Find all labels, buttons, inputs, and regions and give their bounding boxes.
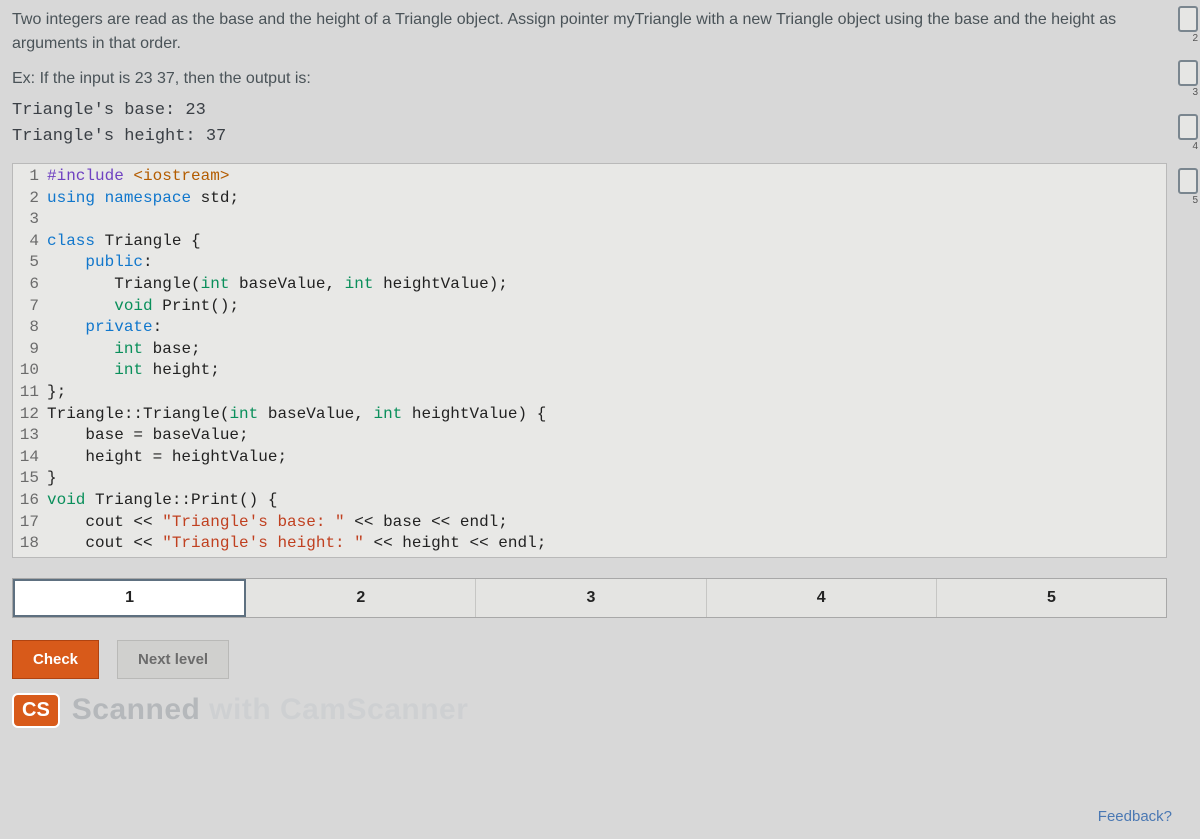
line-number: 9 — [13, 339, 47, 361]
camscanner-badge-icon: CS — [12, 693, 60, 728]
progress-step-2[interactable]: 2 — [246, 579, 476, 617]
code-content: #include <iostream> — [47, 166, 229, 188]
code-content: Triangle::Triangle(int baseValue, int he… — [47, 404, 546, 426]
code-content: class Triangle { — [47, 231, 201, 253]
line-number: 14 — [13, 447, 47, 469]
example-output: Triangle's base: 23 Triangle's height: 3… — [12, 98, 1188, 149]
line-number: 1 — [13, 166, 47, 188]
code-content: height = heightValue; — [47, 447, 287, 469]
line-number: 2 — [13, 188, 47, 210]
line-number: 18 — [13, 533, 47, 555]
code-editor[interactable]: 1#include <iostream> 2using namespace st… — [12, 163, 1167, 558]
progress-step-3[interactable]: 3 — [476, 579, 706, 617]
progress-step-4[interactable]: 4 — [707, 579, 937, 617]
feedback-link[interactable]: Feedback? — [1098, 808, 1172, 825]
page-thumbnail-icon[interactable]: 5 — [1178, 168, 1198, 194]
page-thumbnails: 2 3 4 5 — [1176, 6, 1200, 194]
page-thumbnail-icon[interactable]: 2 — [1178, 6, 1198, 32]
output-line-2: Triangle's height: 37 — [12, 124, 1188, 150]
next-level-button[interactable]: Next level — [117, 640, 229, 679]
code-content: void Triangle::Print() { — [47, 490, 277, 512]
page-thumbnail-icon[interactable]: 3 — [1178, 60, 1198, 86]
code-content: using namespace std; — [47, 188, 239, 210]
line-number: 13 — [13, 425, 47, 447]
line-number: 6 — [13, 274, 47, 296]
code-content: cout << "Triangle's base: " << base << e… — [47, 512, 508, 534]
code-content: public: — [47, 252, 153, 274]
scanner-watermark-text: Scanned with CamScanner — [72, 693, 469, 727]
line-number: 8 — [13, 317, 47, 339]
line-number: 10 — [13, 360, 47, 382]
line-number: 3 — [13, 209, 47, 231]
page-thumbnail-icon[interactable]: 4 — [1178, 114, 1198, 140]
code-content: int height; — [47, 360, 220, 382]
code-content: base = baseValue; — [47, 425, 249, 447]
check-button[interactable]: Check — [12, 640, 99, 679]
line-number: 16 — [13, 490, 47, 512]
problem-instructions: Two integers are read as the base and th… — [12, 8, 1162, 56]
progress-steps: 1 2 3 4 5 — [12, 578, 1167, 618]
line-number: 12 — [13, 404, 47, 426]
output-line-1: Triangle's base: 23 — [12, 98, 1188, 124]
progress-step-1[interactable]: 1 — [13, 579, 246, 617]
line-number: 5 — [13, 252, 47, 274]
example-label: Ex: If the input is 23 37, then the outp… — [12, 70, 1188, 88]
code-content: Triangle(int baseValue, int heightValue)… — [47, 274, 508, 296]
code-content: private: — [47, 317, 162, 339]
scanner-watermark: CS Scanned with CamScanner — [12, 693, 1188, 728]
line-number: 11 — [13, 382, 47, 404]
progress-step-5[interactable]: 5 — [937, 579, 1166, 617]
line-number: 15 — [13, 468, 47, 490]
code-content: int base; — [47, 339, 201, 361]
code-content: void Print(); — [47, 296, 239, 318]
code-content: }; — [47, 382, 66, 404]
code-content: } — [47, 468, 57, 490]
line-number: 7 — [13, 296, 47, 318]
line-number: 4 — [13, 231, 47, 253]
code-content: cout << "Triangle's height: " << height … — [47, 533, 546, 555]
line-number: 17 — [13, 512, 47, 534]
